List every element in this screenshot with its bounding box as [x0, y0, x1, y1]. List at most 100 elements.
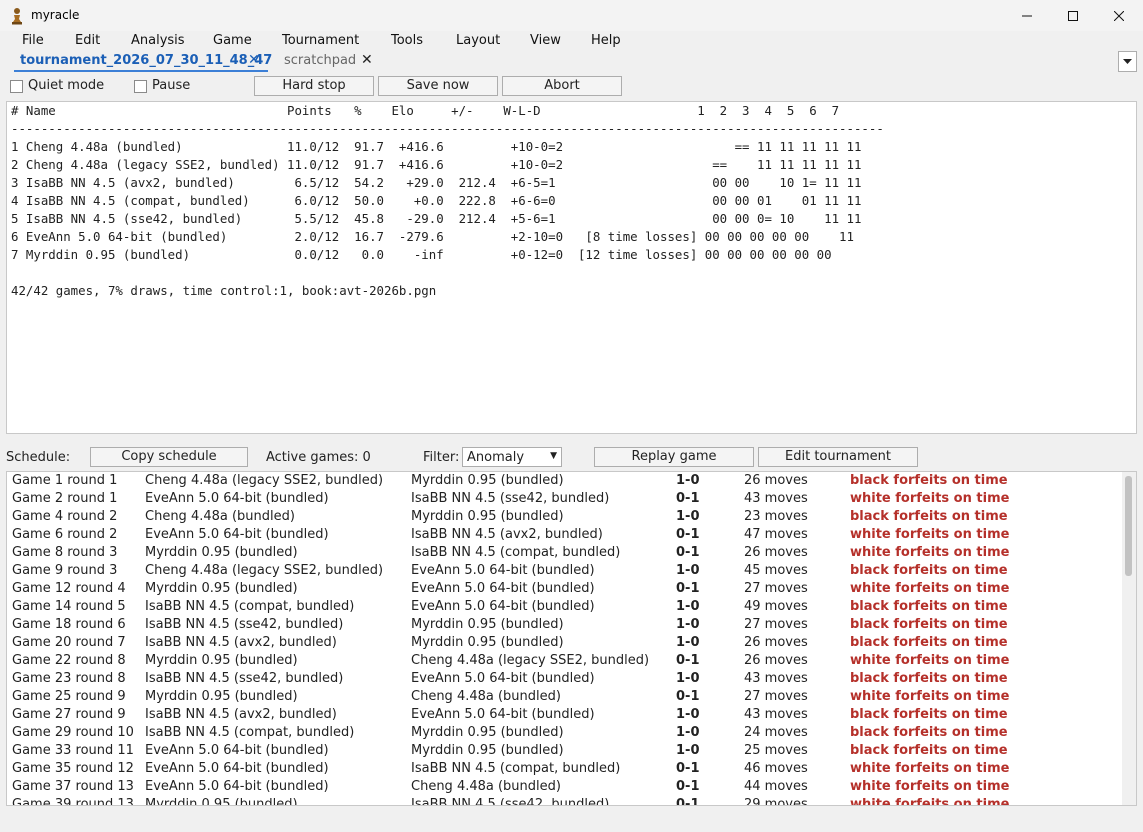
table-row[interactable]: Game 37 round 13 EveAnn 5.0 64-bit (bundl…: [7, 778, 1121, 796]
abort-button[interactable]: Abort: [502, 76, 622, 96]
game-label: Game 25 round 9: [12, 689, 126, 704]
tab-tournament[interactable]: tournament_2026_07_30_11_48_47 ✕: [14, 52, 272, 72]
table-row[interactable]: Game 22 round 8 Myrddin 0.95 (bundled) Che…: [7, 652, 1121, 670]
termination-reason: white forfeits on time: [850, 581, 1010, 596]
game-label: Game 6 round 2: [12, 527, 118, 542]
table-row[interactable]: Game 23 round 8 IsaBB NN 4.5 (sse42, bund…: [7, 670, 1121, 688]
quiet-mode-checkbox[interactable]: [10, 80, 23, 93]
game-label: Game 22 round 8: [12, 653, 126, 668]
game-result: 0-1: [676, 761, 700, 776]
pause-checkbox[interactable]: [134, 80, 147, 93]
menu-file[interactable]: File: [22, 33, 44, 48]
menu-game[interactable]: Game: [213, 33, 252, 48]
move-count: 24 moves: [744, 725, 808, 740]
standings-header: # Name Points % Elo +/- W-L-D 1 2 3 4 5 …: [11, 103, 840, 118]
termination-reason: black forfeits on time: [850, 509, 1008, 524]
game-result: 1-0: [676, 743, 700, 758]
standings-row: 4 IsaBB NN 4.5 (compat, bundled) 6.0/12 …: [11, 193, 862, 208]
menu-help[interactable]: Help: [591, 33, 621, 48]
black-player: EveAnn 5.0 64-bit (bundled): [411, 599, 595, 614]
menu-view[interactable]: View: [530, 33, 561, 48]
table-row[interactable]: Game 1 round 1 Cheng 4.48a (legacy SSE2, …: [7, 472, 1121, 490]
hard-stop-button[interactable]: Hard stop: [254, 76, 374, 96]
standings-panel[interactable]: # Name Points % Elo +/- W-L-D 1 2 3 4 5 …: [6, 101, 1137, 434]
termination-reason: white forfeits on time: [850, 779, 1010, 794]
game-result: 0-1: [676, 527, 700, 542]
game-result: 1-0: [676, 635, 700, 650]
table-row[interactable]: Game 25 round 9 Myrddin 0.95 (bundled) Che…: [7, 688, 1121, 706]
table-row[interactable]: Game 35 round 12 EveAnn 5.0 64-bit (bundl…: [7, 760, 1121, 778]
filter-select[interactable]: Anomaly ▼: [462, 447, 562, 467]
termination-reason: white forfeits on time: [850, 797, 1010, 806]
table-row[interactable]: Game 12 round 4 Myrddin 0.95 (bundled) Eve…: [7, 580, 1121, 598]
menu-tools[interactable]: Tools: [391, 33, 423, 48]
table-row[interactable]: Game 27 round 9 IsaBB NN 4.5 (avx2, bundl…: [7, 706, 1121, 724]
table-row[interactable]: Game 9 round 3 Cheng 4.48a (legacy SSE2, …: [7, 562, 1121, 580]
white-player: IsaBB NN 4.5 (sse42, bundled): [145, 671, 344, 686]
game-label: Game 9 round 3: [12, 563, 118, 578]
tab-close-icon[interactable]: ✕: [361, 52, 373, 68]
chevron-down-icon: [1123, 58, 1132, 64]
black-player: Myrddin 0.95 (bundled): [411, 743, 564, 758]
white-player: Cheng 4.48a (legacy SSE2, bundled): [145, 563, 384, 578]
move-count: 26 moves: [744, 653, 808, 668]
window-title: myracle: [31, 8, 80, 22]
table-row[interactable]: Game 33 round 11 EveAnn 5.0 64-bit (bundl…: [7, 742, 1121, 760]
table-row[interactable]: Game 4 round 2 Cheng 4.48a (bundled) Myrdd…: [7, 508, 1121, 526]
table-row[interactable]: Game 18 round 6 IsaBB NN 4.5 (sse42, bund…: [7, 616, 1121, 634]
move-count: 47 moves: [744, 527, 808, 542]
menu-analysis[interactable]: Analysis: [131, 33, 185, 48]
white-player: EveAnn 5.0 64-bit (bundled): [145, 743, 329, 758]
edit-tournament-button[interactable]: Edit tournament: [758, 447, 918, 467]
game-label: Game 37 round 13: [12, 779, 134, 794]
replay-game-button[interactable]: Replay game: [594, 447, 754, 467]
white-player: IsaBB NN 4.5 (compat, bundled): [145, 725, 355, 740]
move-count: 27 moves: [744, 617, 808, 632]
close-button[interactable]: [1096, 0, 1142, 31]
black-player: EveAnn 5.0 64-bit (bundled): [411, 581, 595, 596]
move-count: 27 moves: [744, 581, 808, 596]
tab-close-icon[interactable]: ✕: [248, 52, 260, 68]
white-player: Myrddin 0.95 (bundled): [145, 797, 298, 806]
scrollbar-thumb[interactable]: [1125, 476, 1132, 576]
move-count: 23 moves: [744, 509, 808, 524]
termination-reason: black forfeits on time: [850, 563, 1008, 578]
game-result: 1-0: [676, 671, 700, 686]
games-list[interactable]: Game 1 round 1 Cheng 4.48a (legacy SSE2, …: [6, 471, 1137, 806]
termination-reason: white forfeits on time: [850, 545, 1010, 560]
tab-scratchpad[interactable]: scratchpad ✕: [279, 52, 379, 72]
game-label: Game 23 round 8: [12, 671, 126, 686]
standings-summary: 42/42 games, 7% draws, time control:1, b…: [11, 283, 437, 298]
save-now-button[interactable]: Save now: [378, 76, 498, 96]
minimize-button[interactable]: [1004, 0, 1050, 31]
standings-row: 5 IsaBB NN 4.5 (sse42, bundled) 5.5/12 4…: [11, 211, 862, 226]
maximize-button[interactable]: [1050, 0, 1096, 31]
black-player: IsaBB NN 4.5 (sse42, bundled): [411, 797, 610, 806]
game-label: Game 39 round 13: [12, 797, 134, 806]
menu-layout[interactable]: Layout: [456, 33, 500, 48]
white-player: Myrddin 0.95 (bundled): [145, 653, 298, 668]
table-row[interactable]: Game 29 round 10 IsaBB NN 4.5 (compat, bu…: [7, 724, 1121, 742]
termination-reason: white forfeits on time: [850, 653, 1010, 668]
table-row[interactable]: Game 6 round 2 EveAnn 5.0 64-bit (bundled…: [7, 526, 1121, 544]
tab-list-dropdown[interactable]: [1118, 51, 1137, 72]
table-row[interactable]: Game 8 round 3 Myrddin 0.95 (bundled) IsaB…: [7, 544, 1121, 562]
game-label: Game 35 round 12: [12, 761, 134, 776]
table-row[interactable]: Game 39 round 13 Myrddin 0.95 (bundled) Is…: [7, 796, 1121, 806]
vertical-scrollbar[interactable]: [1122, 472, 1136, 805]
move-count: 26 moves: [744, 545, 808, 560]
maximize-icon: [1068, 10, 1078, 21]
black-player: EveAnn 5.0 64-bit (bundled): [411, 707, 595, 722]
game-label: Game 1 round 1: [12, 473, 118, 488]
copy-schedule-button[interactable]: Copy schedule: [90, 447, 248, 467]
game-label: Game 18 round 6: [12, 617, 126, 632]
menu-tournament[interactable]: Tournament: [282, 33, 359, 48]
white-player: Cheng 4.48a (legacy SSE2, bundled): [145, 473, 384, 488]
table-row[interactable]: Game 20 round 7 IsaBB NN 4.5 (avx2, bundl…: [7, 634, 1121, 652]
minimize-icon: [1022, 15, 1032, 16]
white-player: Myrddin 0.95 (bundled): [145, 689, 298, 704]
table-row[interactable]: Game 2 round 1 EveAnn 5.0 64-bit (bundled…: [7, 490, 1121, 508]
table-row[interactable]: Game 14 round 5 IsaBB NN 4.5 (compat, bun…: [7, 598, 1121, 616]
menu-edit[interactable]: Edit: [75, 33, 100, 48]
game-result: 0-1: [676, 491, 700, 506]
